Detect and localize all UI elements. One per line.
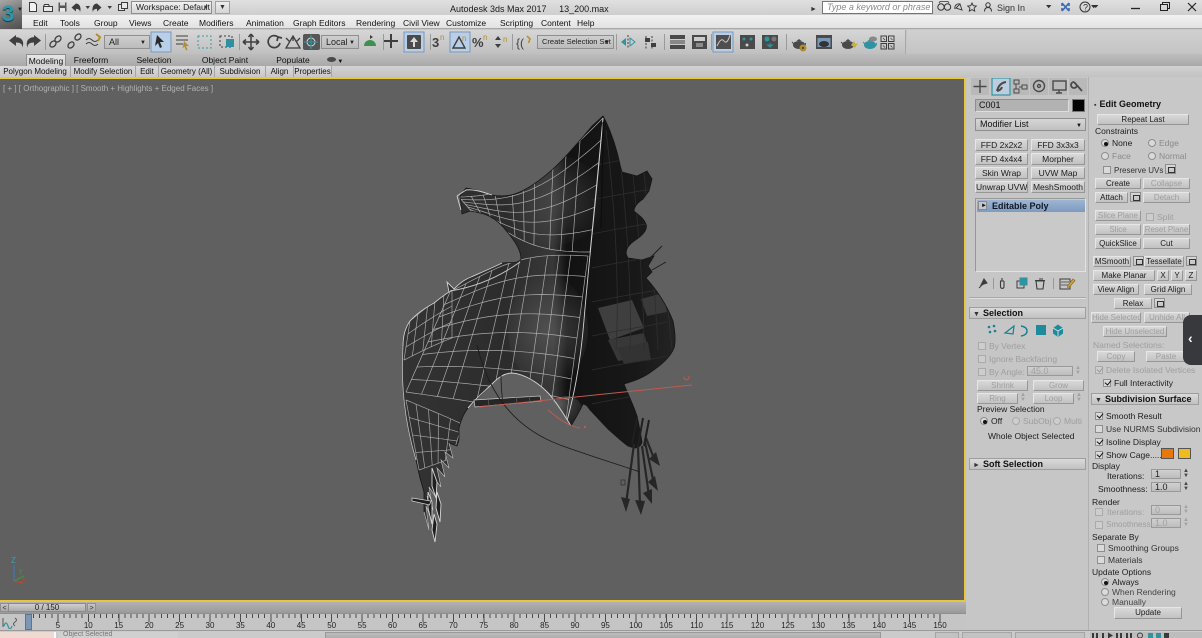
svg-text:x: x bbox=[22, 576, 26, 583]
svg-text:n: n bbox=[440, 33, 444, 42]
svg-text:n: n bbox=[462, 34, 466, 43]
svg-text:?: ? bbox=[1083, 3, 1088, 13]
svg-text:3: 3 bbox=[432, 35, 439, 50]
svg-text:n: n bbox=[503, 35, 507, 44]
svg-text:Z: Z bbox=[11, 556, 16, 565]
svg-text:{(: {( bbox=[516, 36, 524, 50]
svg-text:y: y bbox=[19, 568, 23, 575]
svg-text:n: n bbox=[483, 33, 487, 42]
